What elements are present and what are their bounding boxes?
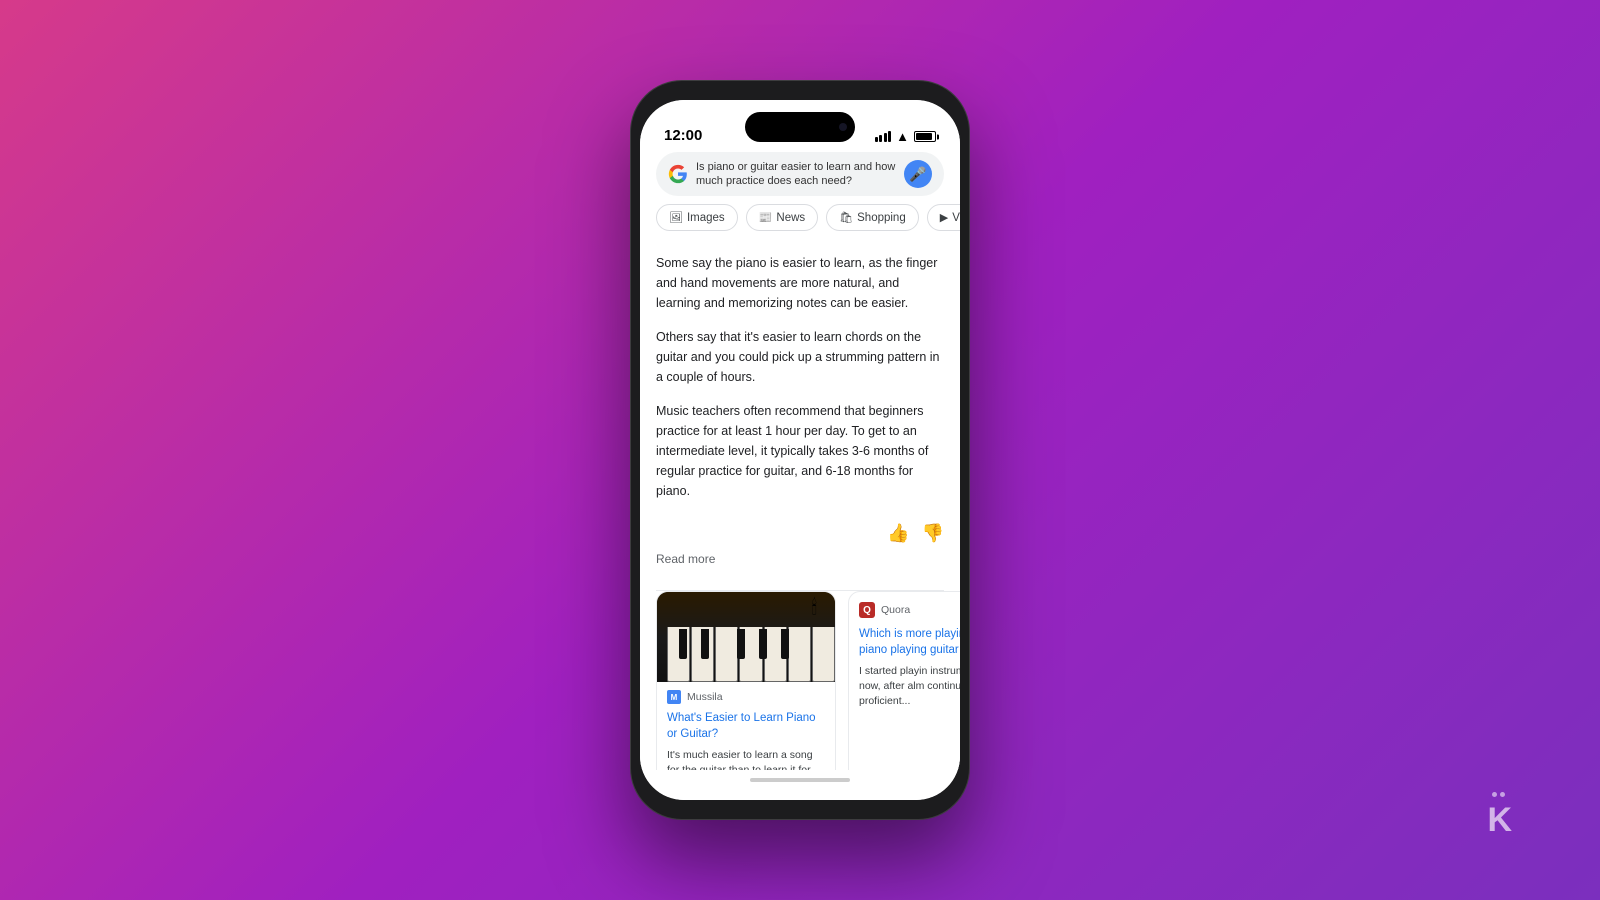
card-1-snippet: It's much easier to learn a song for the… <box>657 748 835 770</box>
shopping-tab-icon: 🛍 <box>839 211 853 224</box>
signal-bars-icon <box>875 131 892 142</box>
read-more-link[interactable]: Read more <box>656 548 944 578</box>
signal-bar-2 <box>879 135 882 142</box>
search-bar[interactable]: Is piano or guitar easier to learn and h… <box>656 152 944 196</box>
camera-dot <box>839 123 847 131</box>
google-logo-icon <box>668 164 688 184</box>
card-1-source-row: M Mussila <box>657 682 835 708</box>
card-2-snippet: I started playin instruments th now, aft… <box>849 664 960 718</box>
mic-icon: 🎤 <box>909 166 926 183</box>
phone-frame: 12:00 ▲ <box>630 80 970 820</box>
filter-tabs-container: 🖼 Images 📰 News 🛍 Shopping ▶ Vide... <box>640 204 960 241</box>
answer-section: Some say the piano is easier to learn, a… <box>640 241 960 590</box>
images-tab-icon: 🖼 <box>669 211 683 224</box>
home-bar <box>750 778 850 782</box>
mic-button[interactable]: 🎤 <box>904 160 932 188</box>
tab-news-label: News <box>776 212 805 224</box>
article-cards-section: 🕯 M Mussila What's Easier to Learn Piano… <box>640 591 960 770</box>
wifi-icon: ▲ <box>896 129 909 144</box>
mussila-icon: M <box>667 690 681 704</box>
videos-tab-icon: ▶ <box>940 211 948 224</box>
watermark-dot-2 <box>1500 792 1505 797</box>
card-2-source-name: Quora <box>881 604 910 616</box>
status-icons: ▲ <box>875 129 936 144</box>
battery-fill <box>916 133 932 140</box>
tab-images[interactable]: 🖼 Images <box>656 204 738 231</box>
signal-bar-1 <box>875 137 878 142</box>
thumbs-up-button[interactable]: 👍 <box>887 523 909 544</box>
home-indicator <box>640 770 960 800</box>
card-1-image: 🕯 <box>657 592 835 682</box>
card-2-title[interactable]: Which is more playing piano playing guit… <box>849 622 960 664</box>
article-card-2[interactable]: Q Quora Which is more playing piano play… <box>848 591 960 770</box>
answer-paragraph-1: Some say the piano is easier to learn, a… <box>656 253 944 313</box>
tab-images-label: Images <box>687 212 725 224</box>
dynamic-island <box>745 112 855 142</box>
tab-videos[interactable]: ▶ Vide... <box>927 204 960 231</box>
search-query-text: Is piano or guitar easier to learn and h… <box>696 160 896 189</box>
watermark-dot-1 <box>1492 792 1497 797</box>
card-2-source-row: Q Quora <box>849 592 960 622</box>
quora-icon: Q <box>859 602 875 618</box>
tab-shopping-label: Shopping <box>857 212 906 224</box>
tab-shopping[interactable]: 🛍 Shopping <box>826 204 919 231</box>
answer-paragraph-3: Music teachers often recommend that begi… <box>656 401 944 501</box>
watermark-dots <box>1487 792 1510 797</box>
tab-news[interactable]: 📰 News <box>746 204 818 231</box>
signal-bar-3 <box>884 133 887 142</box>
answer-paragraph-2: Others say that it's easier to learn cho… <box>656 327 944 387</box>
phone-screen: 12:00 ▲ <box>640 100 960 800</box>
card-1-title[interactable]: What's Easier to Learn Piano or Guitar? <box>657 708 835 748</box>
card-1-source-name: Mussila <box>687 691 723 703</box>
feedback-row: 👍 👎 <box>656 515 944 548</box>
battery-icon <box>914 131 936 142</box>
thumbs-down-button[interactable]: 👎 <box>922 523 944 544</box>
signal-bar-4 <box>888 131 891 142</box>
main-content: Some say the piano is easier to learn, a… <box>640 241 960 770</box>
status-time: 12:00 <box>664 127 702 144</box>
watermark-container: K <box>1487 792 1510 840</box>
watermark-k: K <box>1487 801 1510 840</box>
tab-videos-label: Vide... <box>952 212 960 224</box>
news-tab-icon: 📰 <box>759 211 773 224</box>
article-card-1[interactable]: 🕯 M Mussila What's Easier to Learn Piano… <box>656 591 836 770</box>
